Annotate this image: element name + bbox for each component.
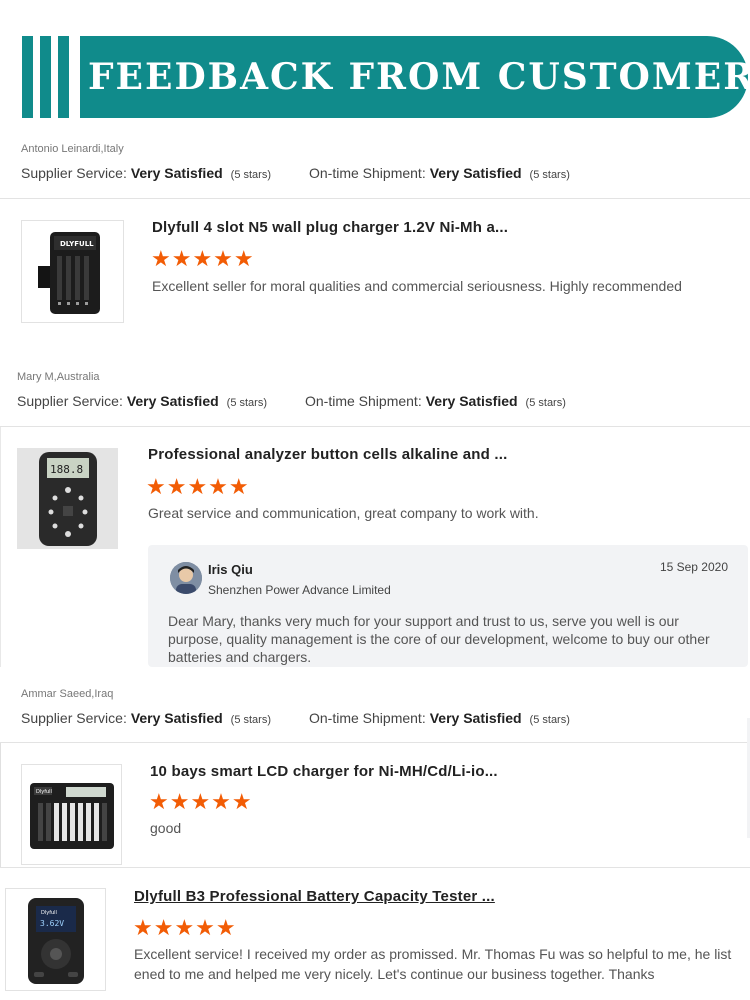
shipment-stars-note: (5 stars) — [529, 714, 570, 726]
ontime-shipment-label: On-time Shipment: — [305, 393, 422, 409]
supplier-service-value: Very Satisfied — [130, 710, 223, 726]
banner-stripe — [40, 36, 51, 118]
shipment-stars-note: (5 stars) — [525, 397, 566, 409]
supplier-service-value: Very Satisfied — [126, 393, 219, 409]
banner-stripe — [58, 36, 69, 118]
rating-summary: Supplier Service: Very Satisfied (5 stars)… — [21, 165, 570, 181]
star-rating: ★★★★★ — [149, 789, 253, 814]
seller-reply: Iris Qiu Shenzhen Power Advance Limited … — [148, 545, 748, 667]
review-comment: Great service and communication, great c… — [148, 505, 539, 521]
reviewer-name: Antonio Leinardi,Italy — [21, 143, 124, 155]
divider — [0, 198, 750, 199]
product-title-link[interactable]: Dlyfull 4 slot N5 wall plug charger 1.2V… — [152, 219, 508, 236]
battery-analyzer-icon: 188.8 — [17, 448, 118, 549]
reply-text: Dear Mary, thanks very much for your sup… — [168, 613, 710, 665]
ontime-shipment-value: Very Satisfied — [429, 710, 522, 726]
review-comment: Excellent service! I received my order a… — [134, 946, 732, 982]
svg-text:DLYFULL: DLYFULL — [60, 240, 94, 248]
ontime-shipment-label: On-time Shipment: — [309, 165, 426, 181]
banner-stripe — [22, 36, 33, 118]
supplier-stars-note: (5 stars) — [230, 169, 271, 181]
supplier-service-value: Very Satisfied — [130, 165, 223, 181]
avatar — [170, 562, 202, 594]
lcd-charger-10-bay-icon: Dlyfull — [29, 782, 114, 849]
divider — [0, 742, 750, 743]
divider — [0, 426, 750, 427]
star-rating: ★★★★★ — [146, 474, 250, 499]
feedback-banner: FEEDBACK FROM CUSTOMERS — [0, 36, 750, 118]
shipment-stars-note: (5 stars) — [529, 169, 570, 181]
card-edge — [0, 743, 1, 867]
product-title-link[interactable]: Professional analyzer button cells alkal… — [148, 446, 507, 463]
supplier-service-label: Supplier Service: — [21, 165, 127, 181]
product-thumbnail[interactable]: Dlyfull 3.62V — [5, 888, 106, 991]
product-title-link[interactable]: 10 bays smart LCD charger for Ni-MH/Cd/L… — [150, 763, 498, 780]
reply-company: Shenzhen Power Advance Limited — [208, 583, 391, 597]
review-comment: good — [150, 820, 182, 836]
card-edge — [0, 427, 1, 667]
product-thumbnail[interactable]: 188.8 — [17, 448, 118, 549]
svg-text:3.62V: 3.62V — [40, 919, 64, 928]
reply-date: 15 Sep 2020 — [659, 560, 728, 574]
divider — [0, 867, 750, 868]
star-rating: ★★★★★ — [151, 246, 255, 271]
reviewer-name: Mary M,Australia — [17, 371, 100, 383]
product-thumbnail[interactable]: Dlyfull — [21, 764, 122, 865]
supplier-stars-note: (5 stars) — [226, 397, 267, 409]
star-rating: ★★★★★ — [133, 915, 237, 940]
reviewer-name: Ammar Saeed,Iraq — [21, 688, 114, 700]
supplier-stars-note: (5 stars) — [230, 714, 271, 726]
product-thumbnail[interactable]: DLYFULL — [21, 220, 124, 323]
supplier-service-label: Supplier Service: — [21, 710, 127, 726]
product-title-link[interactable]: Dlyfull B3 Professional Battery Capacity… — [134, 888, 495, 905]
ontime-shipment-value: Very Satisfied — [429, 165, 522, 181]
reply-author-name: Iris Qiu — [208, 562, 253, 577]
person-avatar-icon — [170, 562, 202, 594]
svg-text:Dlyfull: Dlyfull — [41, 910, 57, 916]
battery-charger-4-slot-icon: DLYFULL — [37, 231, 100, 314]
svg-text:Dlyfull: Dlyfull — [36, 789, 52, 795]
svg-text:188.8: 188.8 — [50, 463, 83, 476]
battery-capacity-tester-icon: Dlyfull 3.62V — [27, 897, 84, 984]
review-comment: Excellent seller for moral qualities and… — [152, 278, 682, 294]
rating-summary: Supplier Service: Very Satisfied (5 stars)… — [17, 393, 566, 409]
supplier-service-label: Supplier Service: — [17, 393, 123, 409]
page-title: FEEDBACK FROM CUSTOMERS — [88, 56, 750, 98]
ontime-shipment-value: Very Satisfied — [425, 393, 518, 409]
rating-summary: Supplier Service: Very Satisfied (5 stars)… — [21, 710, 570, 726]
ontime-shipment-label: On-time Shipment: — [309, 710, 426, 726]
